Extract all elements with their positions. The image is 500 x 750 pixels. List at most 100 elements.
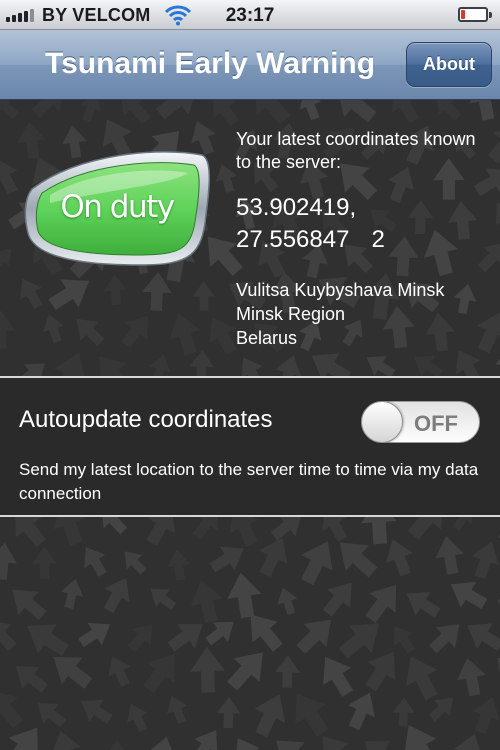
arrow-pattern-glyph <box>435 100 462 121</box>
address-country: Belarus <box>236 328 298 348</box>
arrow-pattern-glyph <box>299 100 322 121</box>
on-duty-label: On duty <box>60 189 175 225</box>
arrow-pattern-glyph <box>20 278 43 309</box>
arrow-pattern-glyph <box>435 536 465 575</box>
arrow-pattern-glyph <box>0 542 18 581</box>
arrow-pattern-glyph <box>447 201 478 240</box>
arrow-pattern-glyph <box>192 730 218 750</box>
arrow-pattern-glyph <box>167 549 191 581</box>
arrow-pattern-glyph <box>365 584 397 623</box>
arrow-pattern-glyph <box>37 703 67 728</box>
arrow-pattern-glyph <box>81 699 113 724</box>
arrow-pattern-glyph <box>296 619 332 654</box>
arrow-pattern-glyph <box>497 585 500 609</box>
arrow-pattern-glyph <box>15 665 48 693</box>
address: Vulitsa Kuybyshava Minsk Minsk Region Be… <box>236 278 444 350</box>
arrow-pattern-glyph <box>51 730 81 750</box>
address-region: Minsk Region <box>236 304 346 324</box>
arrow-pattern-glyph <box>0 100 20 120</box>
status-bar: BY VELCOM 23:17 <box>0 0 500 30</box>
arrow-pattern-glyph <box>32 546 57 579</box>
arrow-pattern-glyph <box>53 656 93 689</box>
autoupdate-title: Autoupdate coordinates <box>19 406 273 433</box>
arrow-pattern-glyph <box>388 236 419 277</box>
location-info: Your latest coordinates known to the ser… <box>236 128 476 348</box>
carrier-name: BY VELCOM <box>42 5 151 25</box>
arrow-pattern-glyph <box>216 696 241 729</box>
coordinates: 53.902419, 27.556847 2 <box>236 192 385 256</box>
toggle-state-label: OFF <box>414 411 458 436</box>
navigation-bar: Tsunami Early Warning About <box>0 30 500 100</box>
arrow-pattern-glyph <box>103 577 130 614</box>
arrow-pattern-glyph <box>469 100 500 121</box>
arrow-pattern-glyph <box>48 279 90 311</box>
arrow-pattern-glyph <box>31 100 64 118</box>
arrow-pattern-glyph <box>277 587 298 616</box>
on-duty-button[interactable]: On duty <box>20 145 211 273</box>
arrow-pattern-glyph <box>274 655 300 688</box>
arrow-pattern-glyph <box>457 657 486 697</box>
arrow-pattern-glyph <box>150 588 177 611</box>
arrow-pattern-glyph <box>169 313 201 356</box>
arrow-pattern-glyph <box>364 740 401 750</box>
arrow-pattern-glyph <box>487 125 500 164</box>
arrow-pattern-glyph <box>393 626 416 654</box>
longitude-value: 27.556847 <box>236 226 350 253</box>
arrow-pattern-glyph <box>190 646 225 693</box>
toggle-knob <box>361 401 403 443</box>
arrow-pattern-glyph <box>365 651 396 692</box>
autoupdate-toggle[interactable]: OFF <box>361 401 480 443</box>
arrow-pattern-glyph <box>322 582 352 617</box>
arrow-pattern-glyph <box>336 100 377 123</box>
about-button[interactable]: About <box>406 42 492 87</box>
arrow-pattern-glyph <box>0 619 17 652</box>
arrow-pattern-glyph <box>467 623 500 651</box>
accuracy-value: 2 <box>371 226 385 253</box>
arrow-pattern-glyph <box>471 541 500 580</box>
page-title: Tsunami Early Warning <box>45 47 376 80</box>
arrow-pattern-glyph <box>212 100 239 127</box>
arrow-pattern-glyph <box>392 697 415 727</box>
arrow-pattern-glyph <box>27 624 69 657</box>
arrow-pattern-glyph <box>0 690 24 729</box>
arrow-pattern-glyph <box>60 578 84 610</box>
arrow-pattern-glyph <box>429 624 460 654</box>
arrow-pattern-glyph <box>124 551 147 575</box>
arrow-pattern-glyph <box>127 624 153 652</box>
arrow-pattern-glyph <box>323 656 354 697</box>
arrow-pattern-glyph <box>227 572 262 619</box>
arrow-pattern-glyph <box>453 283 477 315</box>
arrow-pattern-glyph <box>254 694 286 738</box>
battery-icon <box>458 7 492 22</box>
arrow-pattern-glyph <box>80 100 102 122</box>
arrow-pattern-glyph <box>190 580 223 624</box>
arrow-pattern-glyph <box>495 271 500 308</box>
arrow-pattern-glyph <box>472 697 500 735</box>
arrow-pattern-glyph <box>276 740 314 750</box>
arrow-pattern-glyph <box>12 589 47 621</box>
arrow-pattern-glyph <box>406 656 438 701</box>
arrow-pattern-glyph <box>167 695 188 724</box>
arrow-pattern-glyph <box>0 310 16 349</box>
arrow-pattern-glyph <box>301 541 333 586</box>
coordinates-caption: Your latest coordinates known to the ser… <box>236 129 476 172</box>
arrow-pattern-glyph <box>477 242 500 273</box>
arrow-pattern-glyph <box>143 654 175 694</box>
battery-level <box>461 10 465 19</box>
arrow-pattern-glyph <box>295 693 329 737</box>
arrow-pattern-glyph <box>407 200 434 235</box>
signal-strength-icon <box>6 8 40 22</box>
arrow-pattern-glyph <box>127 703 148 733</box>
arrow-pattern-glyph <box>0 248 12 272</box>
arrow-pattern-glyph <box>148 736 176 750</box>
arrow-pattern-glyph <box>258 537 288 578</box>
arrow-pattern-glyph <box>406 592 441 618</box>
arrow-pattern-glyph <box>121 315 149 348</box>
arrow-pattern-glyph <box>391 100 420 124</box>
autoupdate-section: Autoupdate coordinates OFF Send my lates… <box>0 376 500 517</box>
latitude-value: 53.902419, <box>236 194 357 221</box>
arrow-pattern-glyph <box>78 622 111 648</box>
arrow-pattern-glyph <box>108 656 131 687</box>
arrow-pattern-glyph <box>491 737 500 750</box>
arrow-pattern-glyph <box>42 314 64 344</box>
